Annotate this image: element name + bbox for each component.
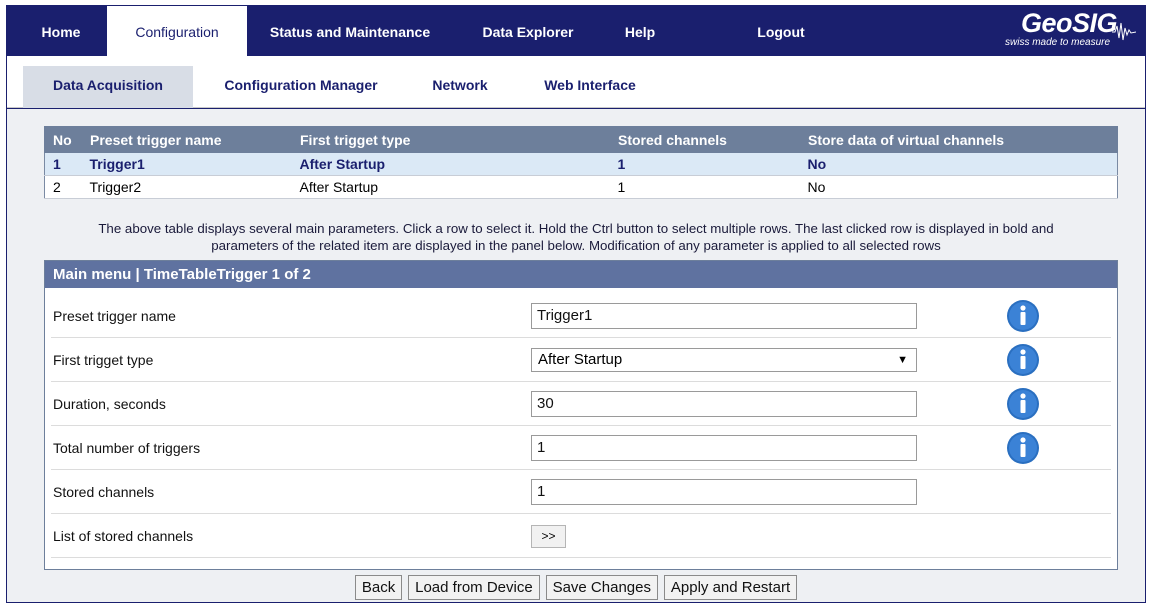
column-header-stored-channels[interactable]: Stored channels [609, 126, 800, 153]
top-navigation: Home Configuration Status and Maintenanc… [7, 6, 1145, 56]
nav-home[interactable]: Home [25, 6, 97, 56]
field-row-stored-channels: Stored channels 1 [51, 470, 1111, 514]
info-icon[interactable] [1006, 387, 1040, 421]
help-text-line-1: The above table displays several main pa… [98, 221, 1054, 236]
field-label: Total number of triggers [53, 440, 201, 456]
back-button[interactable]: Back [354, 575, 403, 600]
app-frame: Home Configuration Status and Maintenanc… [6, 5, 1146, 603]
field-label: Preset trigger name [53, 308, 176, 324]
dropdown-arrow-icon: ▼ [897, 354, 908, 366]
field-row-duration: Duration, seconds 30 [51, 382, 1111, 426]
cell-store-virtual-channels: No [799, 152, 1118, 176]
logo-brand: GeoSIG [1021, 8, 1118, 38]
column-header-first-trigger-type[interactable]: First trigget type [291, 126, 610, 153]
total-triggers-input[interactable]: 1 [531, 435, 917, 461]
duration-input[interactable]: 30 [531, 391, 917, 417]
cell-first-trigger-type: After Startup [291, 152, 610, 176]
field-label: Duration, seconds [53, 396, 166, 412]
first-trigger-type-select[interactable]: After Startup ▼ [531, 348, 917, 372]
info-icon[interactable] [1006, 343, 1040, 377]
preset-trigger-name-input[interactable]: Trigger1 [531, 303, 917, 329]
nav-help[interactable]: Help [612, 6, 668, 56]
field-row-first-trigger-type: First trigget type After Startup ▼ [51, 338, 1111, 382]
field-row-preset-trigger-name: Preset trigger name Trigger1 [51, 294, 1111, 338]
subnav-web-interface[interactable]: Web Interface [531, 66, 649, 108]
field-row-total-triggers: Total number of triggers 1 [51, 426, 1111, 470]
cell-stored-channels: 1 [609, 175, 800, 199]
nav-status-and-maintenance[interactable]: Status and Maintenance [259, 6, 441, 56]
field-label: First trigget type [53, 352, 154, 368]
table-row[interactable]: 1 Trigger1 After Startup 1 No [44, 152, 1118, 176]
subnav-network[interactable]: Network [423, 66, 497, 108]
cell-first-trigger-type: After Startup [291, 175, 610, 199]
column-header-store-virtual-channels[interactable]: Store data of virtual channels [799, 126, 1118, 153]
column-header-no[interactable]: No [44, 126, 82, 153]
expand-channels-button[interactable]: >> [531, 525, 566, 548]
cell-preset-trigger-name: Trigger1 [81, 152, 292, 176]
nav-logout[interactable]: Logout [743, 6, 819, 56]
nav-configuration[interactable]: Configuration [107, 6, 247, 56]
cell-preset-trigger-name: Trigger2 [81, 175, 292, 199]
nav-data-explorer[interactable]: Data Explorer [473, 6, 583, 56]
main-content: No Preset trigger name First trigget typ… [7, 109, 1145, 602]
apply-and-restart-button[interactable]: Apply and Restart [663, 575, 798, 600]
seismogram-icon [1112, 22, 1136, 41]
load-from-device-button[interactable]: Load from Device [408, 575, 540, 600]
cell-no: 1 [44, 152, 82, 176]
field-row-list-stored-channels: List of stored channels >> [51, 514, 1111, 558]
logo-tagline: swiss made to measure [1005, 37, 1111, 48]
save-changes-button[interactable]: Save Changes [545, 575, 658, 600]
table-header-row: No Preset trigger name First trigget typ… [44, 126, 1118, 153]
sub-navigation: Data Acquisition Configuration Manager N… [7, 56, 1145, 108]
action-button-bar: Back Load from Device Save Changes Apply… [7, 575, 1145, 601]
table-row[interactable]: 2 Trigger2 After Startup 1 No [44, 175, 1118, 199]
table-help-text: The above table displays several main pa… [7, 220, 1145, 254]
info-icon[interactable] [1006, 431, 1040, 465]
stored-channels-input[interactable]: 1 [531, 479, 917, 505]
help-text-line-2: parameters of the related item are displ… [211, 238, 941, 253]
field-label: Stored channels [53, 484, 155, 500]
cell-store-virtual-channels: No [799, 175, 1118, 199]
parameter-panel: Main menu | TimeTableTrigger 1 of 2 Pres… [44, 260, 1118, 570]
info-icon[interactable] [1006, 299, 1040, 333]
field-label: List of stored channels [53, 528, 194, 544]
panel-title: Main menu | TimeTableTrigger 1 of 2 [45, 261, 1117, 288]
column-header-preset-trigger-name[interactable]: Preset trigger name [81, 126, 292, 153]
subnav-configuration-manager[interactable]: Configuration Manager [207, 66, 395, 108]
preset-trigger-table: No Preset trigger name First trigget typ… [44, 126, 1118, 199]
subnav-data-acquisition[interactable]: Data Acquisition [23, 66, 193, 108]
cell-stored-channels: 1 [609, 152, 800, 176]
geosig-logo: GeoSIG swiss made to measure [1005, 8, 1136, 50]
select-value: After Startup [538, 351, 623, 368]
cell-no: 2 [44, 175, 82, 199]
